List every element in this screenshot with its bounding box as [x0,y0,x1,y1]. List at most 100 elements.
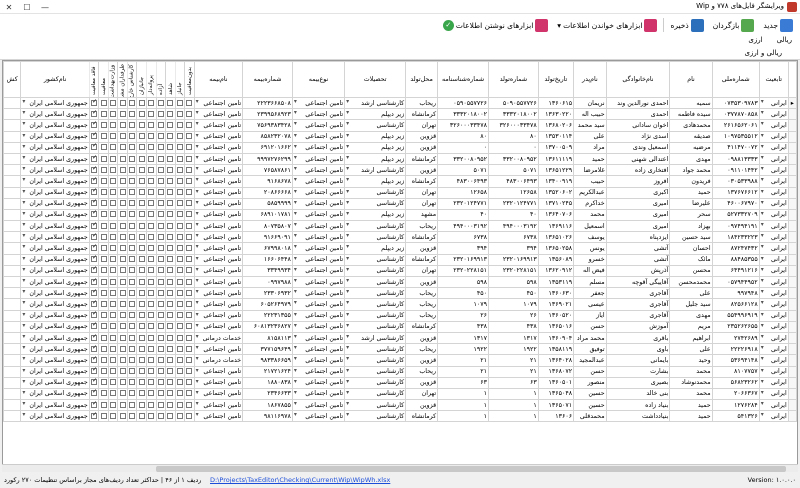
table-cell[interactable]: قزوین [405,331,439,345]
flag-cell[interactable] [126,130,138,143]
col-insurer[interactable]: نام‌بیمه [193,61,244,98]
checkbox[interactable] [157,200,164,207]
table-row[interactable]: ایرانی۱۳۷۶۷۶۶۱۲حمیداکبریعبدالکریم۱۳۵۲۰۶۰… [3,186,797,199]
flag-cell[interactable] [126,253,138,266]
country-cell[interactable]: جمهوری اسلامی ایران [20,354,90,367]
checkbox[interactable] [100,189,107,196]
flag-cell[interactable] [184,331,195,345]
extra-cell[interactable] [3,287,22,300]
checkbox[interactable] [167,110,174,117]
table-cell[interactable]: تامین اجتماعی [193,231,244,244]
country-cell[interactable]: جمهوری اسلامی ایران [20,387,90,401]
table-row[interactable]: ایرانی۲۳۵۲۶۲۶۵۵مریمآموزشحسن۱۳۶۵۰۱۶۴۳۸۴۳۸… [3,320,797,333]
table-cell[interactable]: تامین اجتماعی [291,309,346,322]
flag-cell[interactable] [117,365,128,378]
table-cell[interactable]: ۶۹۱۲۰۱۶۶۲ [242,141,293,154]
flag-cell[interactable] [136,208,147,222]
table-cell[interactable]: تامین اجتماعی [193,208,244,222]
checkbox[interactable] [129,211,136,218]
table-cell[interactable]: ابراهیم [669,331,713,345]
checkbox[interactable] [100,323,107,330]
checkbox[interactable] [167,334,174,341]
flag-cell[interactable] [146,108,157,121]
extra-cell[interactable] [3,387,22,401]
flag-cell[interactable] [146,298,157,311]
col-insurance-no[interactable]: شماره‌بیمه [242,61,293,98]
table-cell[interactable]: قزوین [405,354,439,367]
table-cell[interactable]: ۱۳۱۷ [437,331,490,345]
flag-cell[interactable] [146,399,157,412]
checkbox[interactable] [138,323,145,330]
table-cell[interactable]: ۱۲۶۵۸ [488,186,539,199]
checkbox[interactable] [119,144,126,151]
checkbox[interactable] [148,334,155,341]
table-row[interactable]: ایرانی۰۹۸۸۱۳۳۳۳مهدیاعتدالی شهنیحمید۱۳۶۱۱… [3,152,797,166]
flag-cell[interactable] [107,208,119,222]
flag-cell[interactable] [117,242,128,255]
flag-cell[interactable] [146,197,157,210]
checkbox[interactable] [119,345,126,352]
checkbox[interactable] [119,211,126,218]
checkbox[interactable] [129,334,136,341]
table-cell[interactable]: ۵۴۱۳۲۶ [711,410,760,423]
checkbox[interactable] [119,222,126,229]
row-indicator[interactable] [787,175,797,188]
table-cell[interactable]: تامین اجتماعی [193,365,244,378]
flag-cell[interactable] [107,343,119,356]
checkbox[interactable] [157,177,164,184]
table-cell[interactable]: ۱۳۵۳۱۱۹ [537,275,575,289]
checkbox[interactable] [157,412,164,419]
table-cell[interactable]: قزوین [405,164,439,177]
table-cell[interactable]: کرمانشاه [405,108,439,121]
table-cell[interactable]: ایرانی [758,141,789,154]
table-cell[interactable]: یونس [573,242,607,255]
flag-cell[interactable] [165,399,176,412]
checkbox[interactable] [91,121,97,128]
table-cell[interactable]: اعتدالی شهنی [605,152,671,166]
table-cell[interactable]: ایرانی [758,152,789,166]
checkbox[interactable] [148,211,155,218]
flag-cell[interactable] [146,175,157,188]
table-cell[interactable]: حبیب [573,175,607,188]
table-cell[interactable]: کارشناسی [344,376,407,389]
table-cell[interactable]: تامین اجتماعی [291,376,346,389]
flag-cell[interactable] [107,186,119,199]
flag-cell[interactable] [174,108,186,121]
flag-cell[interactable] [126,152,138,166]
checkbox[interactable] [110,189,117,196]
table-cell[interactable]: ریحاب [405,365,439,378]
checkbox[interactable] [186,121,193,128]
table-cell[interactable]: تامین اجتماعی [193,320,244,333]
table-cell[interactable]: تامین اجتماعی [193,242,244,255]
checkbox[interactable] [176,155,183,162]
flag-cell[interactable] [98,119,109,132]
table-cell[interactable]: کرمانشاه [405,253,439,266]
checkbox[interactable] [167,267,174,274]
table-cell[interactable]: تامین اجتماعی [291,264,346,278]
col-flag-1[interactable]: بدون‌معافیت [184,61,195,98]
checkbox[interactable] [176,144,183,151]
table-cell[interactable]: تامین اجتماعی [291,275,346,289]
checkbox[interactable] [138,368,145,375]
table-cell[interactable]: آقاجری [605,287,671,300]
flag-cell[interactable] [136,242,147,255]
checkbox[interactable] [186,110,193,117]
checkbox[interactable] [91,378,97,386]
table-cell[interactable]: آتشی [605,242,671,255]
checkbox[interactable] [176,189,183,196]
flag-cell[interactable] [88,208,100,222]
checkbox[interactable] [157,189,164,196]
table-cell[interactable]: ریحاب [405,309,439,322]
table-cell[interactable]: ۲۱ [437,365,490,378]
flag-cell[interactable] [165,387,176,401]
row-indicator[interactable] [787,275,797,289]
flag-cell[interactable] [117,376,128,389]
table-row[interactable]: ایرانی۵۵۴۹۹۶۹۱۹مهدیآقاجریایاز۱۳۶۰۵۲۰۲۶۲۶… [3,309,797,322]
flag-cell[interactable] [98,231,109,244]
flag-cell[interactable] [88,387,100,401]
table-cell[interactable]: تامین اجتماعی [193,410,244,423]
flag-cell[interactable] [98,253,109,266]
table-cell[interactable]: ۳۹۴ [437,242,490,255]
checkbox[interactable] [100,289,107,296]
checkbox[interactable] [119,133,126,140]
